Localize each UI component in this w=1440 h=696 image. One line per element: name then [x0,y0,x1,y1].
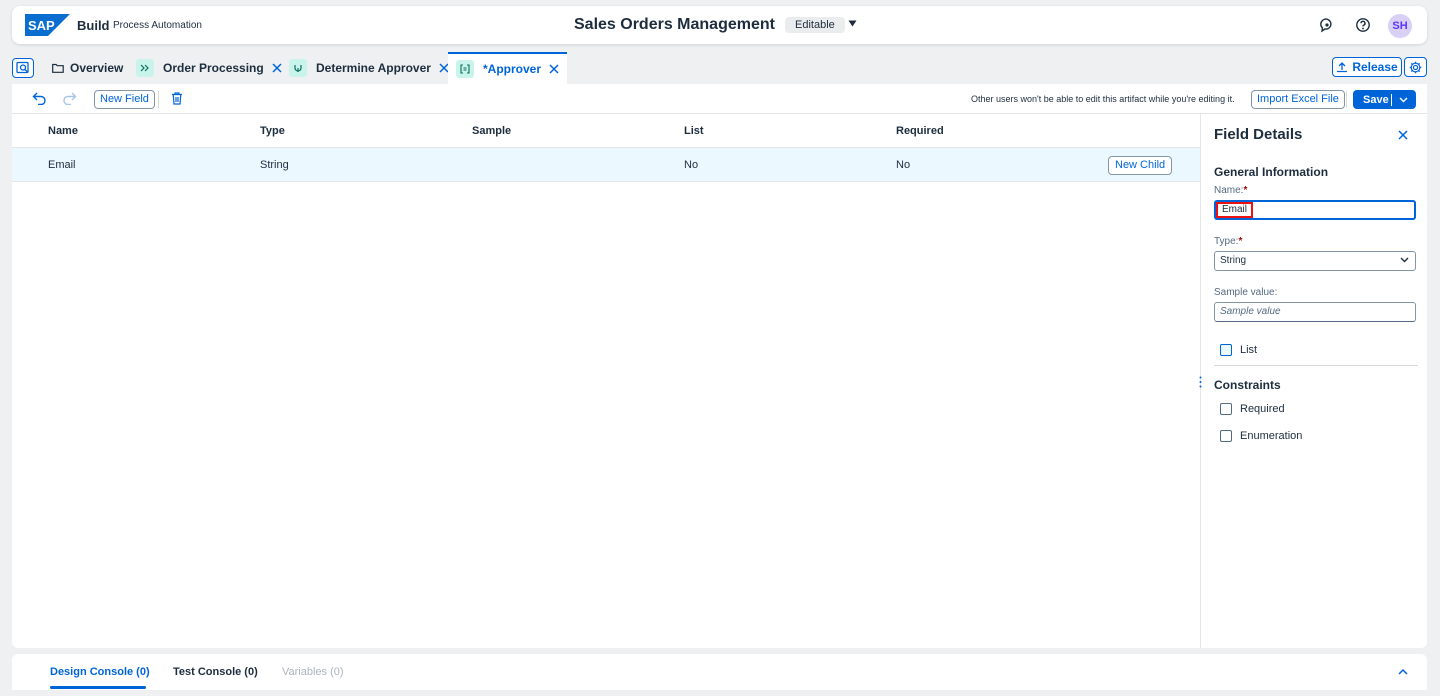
cell-name: Email [48,159,76,171]
details-title: Field Details [1214,126,1303,143]
status-badge: Editable [785,17,845,33]
column-header-name[interactable]: Name [48,125,78,137]
tab-approver[interactable]: *Approver [448,52,568,84]
name-label: Name:* [1214,185,1248,196]
required-marker: * [1243,185,1248,196]
list-checkbox-row[interactable]: List [1220,344,1257,356]
tab-label: Order Processing [163,61,264,75]
required-checkbox[interactable] [1220,403,1232,415]
console-panel: Design Console (0) Test Console (0) Vari… [12,654,1427,690]
cell-required: No [896,159,911,171]
upload-icon [1337,62,1348,73]
cell-type: String [260,159,289,171]
table-header: Name Type Sample List Required [12,114,1200,148]
brand-subtitle: Process Automation [113,20,202,31]
help-icon[interactable] [1355,17,1371,33]
toolbar-separator [1346,91,1347,108]
cell-list: No [684,159,699,171]
splitter-grip-icon[interactable] [1199,376,1202,388]
enumeration-checkbox-row[interactable]: Enumeration [1220,430,1302,442]
enumeration-checkbox[interactable] [1220,430,1232,442]
page-title: Sales Orders Management [574,16,775,33]
chevron-down-icon[interactable] [1399,97,1408,103]
tab-label: Overview [70,61,124,75]
type-label: Type:* [1214,236,1243,247]
tab-overview[interactable]: Overview [52,52,123,84]
close-icon[interactable] [549,64,559,74]
tab-order-processing[interactable]: Order Processing [136,52,282,84]
table-row[interactable]: Email String No No New Child [12,148,1200,182]
redo-icon[interactable] [62,92,77,105]
section-divider [1214,365,1418,366]
type-select-value: String [1220,255,1247,266]
close-icon[interactable] [1398,130,1408,140]
settings-button[interactable] [1404,57,1427,77]
general-info-heading: General Information [1214,165,1329,179]
active-tab-indicator [50,686,146,689]
column-header-sample[interactable]: Sample [472,125,511,137]
list-checkbox[interactable] [1220,344,1232,356]
caret-down-icon[interactable] [848,20,857,27]
undo-icon[interactable] [32,92,47,105]
column-header-list[interactable]: List [684,125,704,137]
list-label: List [1240,344,1258,356]
toolbar-separator [158,91,159,108]
tab-variables: Variables (0) [282,666,344,678]
svg-text:SAP: SAP [28,18,55,33]
editor-toolbar: New Field Other users won't be able to e… [12,84,1427,114]
constraints-heading: Constraints [1214,378,1281,392]
save-button[interactable]: Save [1353,90,1416,109]
sample-value-label: Sample value: [1214,287,1278,298]
name-input[interactable]: Email [1214,200,1416,220]
sap-logo[interactable]: SAP [25,14,70,36]
close-icon[interactable] [272,63,282,73]
tab-determine-approver[interactable]: Determine Approver [289,52,449,84]
release-label: Release [1352,60,1398,74]
new-child-button[interactable]: New Child [1108,156,1173,175]
editor-panel: New Field Other users won't be able to e… [12,84,1427,648]
gear-icon [1409,61,1422,73]
tab-design-console[interactable]: Design Console (0) [50,666,150,678]
user-avatar[interactable]: SH [1388,14,1412,38]
tab-test-console[interactable]: Test Console (0) [173,666,258,678]
release-button[interactable]: Release [1332,57,1402,77]
process-icon [136,59,154,77]
chevron-down-icon [1400,257,1409,263]
name-input-value: Email [1216,202,1254,218]
artifact-search-button[interactable] [12,58,34,78]
shell-bar: SAP Build Process Automation Sales Order… [12,6,1427,44]
lock-message: Other users won't be able to edit this a… [971,94,1235,104]
required-label: Required [1240,403,1285,415]
required-marker: * [1238,236,1243,247]
tab-label: Determine Approver [316,61,431,75]
fields-table: Name Type Sample List Required Email Str… [12,114,1200,182]
brand-name: Build [77,18,110,33]
joule-chat-icon[interactable] [1319,17,1335,33]
search-icon [16,61,29,74]
folder-icon [52,63,64,73]
data-type-icon [456,60,474,78]
chevron-up-icon[interactable] [1398,668,1408,675]
delete-icon[interactable] [171,92,183,105]
tab-label: *Approver [483,62,542,76]
column-header-required[interactable]: Required [896,125,944,137]
type-select[interactable]: String [1214,251,1416,271]
editor-tabs: Overview Order Processing Determine Appr… [12,50,1427,84]
new-field-button[interactable]: New Field [94,90,155,109]
sample-value-placeholder: Sample value [1220,306,1281,317]
import-excel-button[interactable]: Import Excel File [1251,90,1345,109]
sample-value-input[interactable]: Sample value [1214,302,1416,322]
save-label: Save [1363,93,1389,106]
column-header-type[interactable]: Type [260,125,285,137]
required-checkbox-row[interactable]: Required [1220,403,1285,415]
decision-icon [289,59,307,77]
enumeration-label: Enumeration [1240,430,1303,442]
